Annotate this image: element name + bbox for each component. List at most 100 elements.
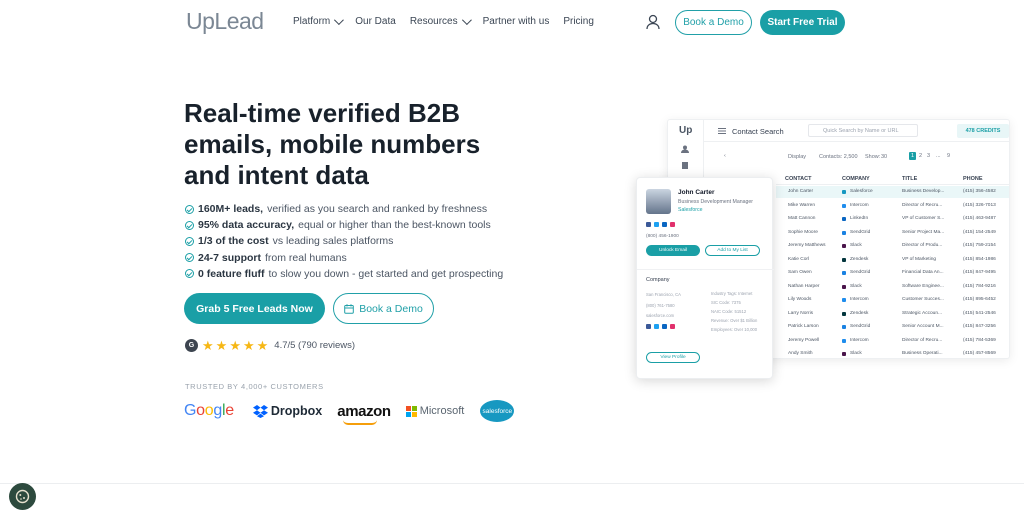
calendar-icon xyxy=(344,303,354,314)
table-row[interactable]: Jeremy Powell Intercom Director of Recru..… xyxy=(776,335,1009,347)
page-3[interactable]: 3 xyxy=(927,153,930,159)
contact-cell[interactable]: John Carter xyxy=(788,189,813,194)
feature-strong: 24-7 support xyxy=(198,251,262,264)
company-logo-icon xyxy=(842,284,846,289)
company-logo-icon xyxy=(842,352,846,356)
table-row[interactable]: Mike Warren Intercom Director of Recru... (… xyxy=(776,200,1009,212)
table-row[interactable]: Jeremy Matthews Slack Director of Produ...… xyxy=(776,240,1009,252)
col-phone[interactable]: PHONE xyxy=(963,176,983,182)
twitter-icon[interactable] xyxy=(654,324,659,329)
instagram-icon[interactable] xyxy=(670,324,675,329)
amazon-logo: amazon xyxy=(337,403,391,425)
title-cell: Director of Recru... xyxy=(902,337,943,343)
company-logo-icon xyxy=(842,230,846,235)
title-cell: Senior Project Ma... xyxy=(902,229,945,235)
contact-title: Business Development Manager xyxy=(678,199,753,205)
contact-cell[interactable]: Sam Owen xyxy=(788,270,812,275)
contact-cell[interactable]: Patrick Larson xyxy=(788,324,819,329)
company-cell: SendGrid xyxy=(850,229,871,235)
display-label[interactable]: Display xyxy=(788,154,806,160)
nav-item-partner[interactable]: Partner with us xyxy=(483,16,550,27)
user-icon[interactable] xyxy=(646,14,660,30)
dropbox-wordmark: Dropbox xyxy=(270,404,323,418)
table-row[interactable]: Lily Woods Intercom Customer Succes... (415… xyxy=(776,294,1009,306)
nav-item-resources[interactable]: Resources xyxy=(410,15,472,27)
unlock-email-button[interactable]: Unlock Email xyxy=(646,245,700,256)
contact-cell[interactable]: Sophie Moore xyxy=(788,230,818,235)
contact-cell[interactable]: Larry Norris xyxy=(788,311,813,316)
company-website[interactable]: salesforce.com xyxy=(646,313,674,318)
page-1[interactable]: 1 xyxy=(909,152,917,160)
cookie-settings-button[interactable] xyxy=(9,483,36,510)
table-row[interactable]: Nathan Harper Slack Software Enginee... (41… xyxy=(776,281,1009,293)
section-divider xyxy=(0,483,1024,484)
view-profile-button[interactable]: View Profile xyxy=(646,352,700,363)
instagram-icon[interactable] xyxy=(670,222,675,227)
contact-cell[interactable]: Mike Warren xyxy=(788,203,815,208)
table-row[interactable]: Andy Smith Slack Business Operati... (415) … xyxy=(776,348,1009,358)
facebook-icon[interactable] xyxy=(646,324,651,329)
salesforce-logo: salesforce xyxy=(480,400,515,422)
contact-cell[interactable]: Matt Cannon xyxy=(788,216,815,221)
show-value[interactable]: 30 xyxy=(881,154,887,160)
start-free-trial-button[interactable]: Start Free Trial xyxy=(760,10,845,35)
nav-item-pricing[interactable]: Pricing xyxy=(563,16,594,27)
hero-book-demo-button[interactable]: Book a Demo xyxy=(333,293,434,324)
table-row[interactable]: Katie Corl Zendesk VP of Marketing (415) 85… xyxy=(776,254,1009,266)
nav-label: Platform xyxy=(293,16,331,27)
linkedin-icon[interactable] xyxy=(662,222,667,227)
nav-item-our-data[interactable]: Our Data xyxy=(355,16,396,27)
table-row[interactable]: Sophie Moore SendGrid Senior Project Ma...… xyxy=(776,227,1009,239)
app-logo: Up xyxy=(679,125,693,136)
user-icon xyxy=(681,145,689,153)
contact-cell[interactable]: Jeremy Matthews xyxy=(788,243,826,248)
uplead-logo[interactable]: UpLead xyxy=(186,8,264,35)
microsoft-logo: Microsoft xyxy=(405,405,464,417)
grab-free-leads-button[interactable]: Grab 5 Free Leads Now xyxy=(184,293,325,324)
dropbox-logo: Dropbox xyxy=(252,404,323,418)
quick-search-input[interactable]: Quick Search by Name or URL xyxy=(808,124,918,137)
contact-company[interactable]: Salesforce xyxy=(678,207,703,213)
table-row[interactable]: Patrick Larson SendGrid Senior Account M..… xyxy=(776,321,1009,333)
col-company[interactable]: COMPANY xyxy=(842,176,870,182)
nav-item-platform[interactable]: Platform xyxy=(293,15,345,27)
table-row[interactable]: Matt Cannon LinkedIn VP of Customer S... (4… xyxy=(776,213,1009,225)
book-demo-button[interactable]: Book a Demo xyxy=(675,10,752,35)
linkedin-icon[interactable] xyxy=(662,324,667,329)
company-cell: Zendesk xyxy=(850,310,869,316)
table-row[interactable]: John Carter Salesforce Business Develop...… xyxy=(776,186,1009,198)
main-menu: Platform Our Data Resources Partner with… xyxy=(293,15,608,27)
table-header: CONTACT COMPANY TITLE PHONE xyxy=(776,173,1009,185)
phone-cell: (415) 356-4582 xyxy=(963,189,996,194)
chevron-down-icon xyxy=(461,15,472,26)
contact-cell[interactable]: Lily Woods xyxy=(788,297,811,302)
twitter-icon[interactable] xyxy=(654,222,659,227)
table-row[interactable]: Sam Owen SendGrid Financial Data An... (415… xyxy=(776,267,1009,279)
amazon-smile-icon xyxy=(343,420,378,425)
table-row[interactable]: Larry Norris Zendesk Strategic Accoun... (4… xyxy=(776,308,1009,320)
star-icon: ★ xyxy=(202,338,214,353)
phone-cell: (415) 784-9216 xyxy=(963,283,996,289)
company-cell: LinkedIn xyxy=(850,216,869,221)
page-2[interactable]: 2 xyxy=(919,153,922,159)
company-logo-icon xyxy=(842,271,846,275)
phone-cell: (415) 895-6452 xyxy=(963,297,996,302)
company-employees: Employees: Over 10,000 xyxy=(711,327,758,332)
col-title[interactable]: TITLE xyxy=(902,176,917,182)
title-cell: Business Operati... xyxy=(902,351,943,356)
contact-cell[interactable]: Jeremy Powell xyxy=(788,338,819,343)
contact-cell[interactable]: Andy Smith xyxy=(788,351,813,356)
back-chevron-icon[interactable]: ‹ xyxy=(724,153,726,159)
facebook-icon[interactable] xyxy=(646,222,651,227)
col-contact[interactable]: CONTACT xyxy=(785,176,811,182)
contacts-count: Contacts: 2,500 xyxy=(819,154,858,160)
company-logo-icon xyxy=(842,298,846,302)
contact-cell[interactable]: Katie Corl xyxy=(788,257,809,262)
phone-cell: (415) 759-2154 xyxy=(963,243,996,248)
contact-cell[interactable]: Nathan Harper xyxy=(788,284,819,289)
page-9[interactable]: 9 xyxy=(947,153,950,159)
phone-cell: (415) 784-5369 xyxy=(963,337,996,343)
phone-cell: (415) 463-9487 xyxy=(963,216,996,221)
customer-logos: Google Dropbox amazon Microsoft salesfor… xyxy=(184,400,515,425)
add-to-list-button[interactable]: Add to My List xyxy=(705,245,760,256)
